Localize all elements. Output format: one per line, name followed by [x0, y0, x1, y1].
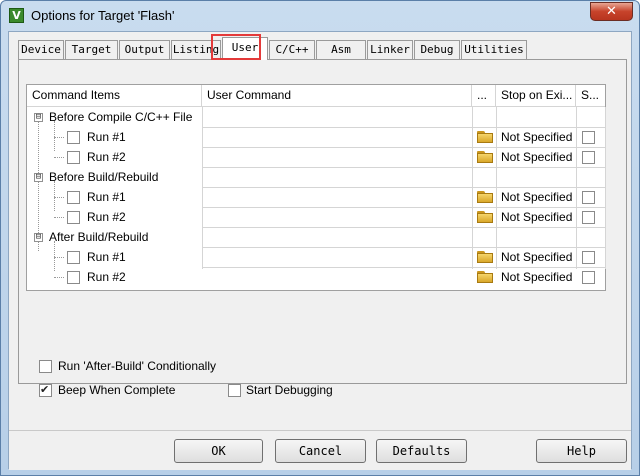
run-label: Run #2	[87, 210, 126, 224]
ok-button[interactable]: OK	[174, 439, 263, 463]
tree-connector	[54, 241, 55, 271]
start-debugging-checkbox[interactable]	[228, 384, 241, 397]
tab-target[interactable]: Target	[65, 40, 118, 59]
tab-highlight-box	[211, 34, 261, 60]
window-title: Options for Target 'Flash'	[31, 8, 175, 23]
group-before-build[interactable]: Before Build/Rebuild	[49, 170, 158, 184]
run-checkbox[interactable]	[67, 151, 80, 164]
folder-open-icon[interactable]	[476, 270, 494, 284]
tree-connector	[54, 277, 64, 278]
beep-label[interactable]: Beep When Complete	[58, 383, 175, 397]
row-divider	[202, 187, 605, 188]
tab-linker[interactable]: Linker	[367, 40, 413, 59]
tab-c-cpp[interactable]: C/C++	[269, 40, 315, 59]
run-checkbox[interactable]	[67, 191, 80, 204]
start-debugging-label[interactable]: Start Debugging	[246, 383, 333, 397]
stop-on-exit-value[interactable]: Not Specified	[501, 250, 572, 264]
col-divider	[202, 107, 203, 269]
row-divider	[202, 227, 605, 228]
s-checkbox[interactable]	[582, 191, 595, 204]
title-bar[interactable]: V Options for Target 'Flash' ✕	[1, 1, 639, 31]
col-divider	[605, 107, 606, 269]
run-checkbox[interactable]	[67, 131, 80, 144]
row-divider	[202, 207, 605, 208]
run-checkbox[interactable]	[67, 251, 80, 264]
s-checkbox[interactable]	[582, 211, 595, 224]
s-checkbox[interactable]	[582, 271, 595, 284]
s-checkbox[interactable]	[582, 151, 595, 164]
run-label: Run #1	[87, 250, 126, 264]
folder-open-icon[interactable]	[476, 190, 494, 204]
stop-on-exit-value[interactable]: Not Specified	[501, 270, 572, 284]
run-label: Run #1	[87, 190, 126, 204]
folder-open-icon[interactable]	[476, 210, 494, 224]
run-checkbox[interactable]	[67, 271, 80, 284]
tree-connector	[54, 157, 64, 158]
header-user-command[interactable]: User Command	[202, 85, 472, 107]
collapse-toggle[interactable]: ⊟	[34, 233, 43, 242]
tab-device[interactable]: Device	[18, 40, 64, 59]
group-after-build[interactable]: After Build/Rebuild	[49, 230, 148, 244]
close-button[interactable]: ✕	[590, 2, 633, 21]
tree-connector	[54, 121, 55, 151]
s-checkbox[interactable]	[582, 131, 595, 144]
tree-connector	[54, 181, 55, 211]
defaults-button[interactable]: Defaults	[376, 439, 467, 463]
stop-on-exit-value[interactable]: Not Specified	[501, 190, 572, 204]
folder-open-icon[interactable]	[476, 130, 494, 144]
tab-utilities[interactable]: Utilities	[461, 40, 527, 59]
cancel-button[interactable]: Cancel	[275, 439, 366, 463]
tree-connector	[54, 137, 64, 138]
collapse-toggle[interactable]: ⊟	[34, 173, 43, 182]
run-label: Run #2	[87, 270, 126, 284]
tree-connector	[54, 217, 64, 218]
header-s[interactable]: S...	[576, 85, 605, 107]
row-divider	[202, 127, 605, 128]
tree-connector	[54, 257, 64, 258]
run-label: Run #2	[87, 150, 126, 164]
user-commands-grid: Command Items User Command ... Stop on E…	[26, 84, 606, 291]
run-after-build-checkbox[interactable]	[39, 360, 52, 373]
user-tab-panel: Command Items User Command ... Stop on E…	[18, 59, 627, 384]
run-after-build-label[interactable]: Run 'After-Build' Conditionally	[58, 359, 216, 373]
group-before-compile[interactable]: Before Compile C/C++ File	[49, 110, 192, 124]
row-divider	[202, 147, 605, 148]
run-label: Run #1	[87, 130, 126, 144]
row-divider	[202, 267, 605, 268]
s-checkbox[interactable]	[582, 251, 595, 264]
stop-on-exit-value[interactable]: Not Specified	[501, 210, 572, 224]
header-browse[interactable]: ...	[472, 85, 496, 107]
beep-checkbox[interactable]	[39, 383, 52, 397]
dialog-client: Device Target Output Listing User C/C++ …	[8, 31, 632, 470]
stop-on-exit-value[interactable]: Not Specified	[501, 150, 572, 164]
tab-debug[interactable]: Debug	[414, 40, 460, 59]
run-checkbox[interactable]	[67, 211, 80, 224]
col-divider	[472, 107, 473, 269]
col-divider	[576, 107, 577, 269]
row-divider	[202, 247, 605, 248]
folder-open-icon[interactable]	[476, 250, 494, 264]
col-divider	[496, 107, 497, 269]
tab-output[interactable]: Output	[119, 40, 170, 59]
header-stop-on-exit[interactable]: Stop on Exi...	[496, 85, 576, 107]
tab-asm[interactable]: Asm	[316, 40, 366, 59]
button-bar: OK Cancel Defaults Help	[9, 430, 631, 470]
header-command-items[interactable]: Command Items	[27, 85, 202, 107]
stop-on-exit-value[interactable]: Not Specified	[501, 130, 572, 144]
folder-open-icon[interactable]	[476, 150, 494, 164]
options-dialog: V Options for Target 'Flash' ✕ Device Ta…	[0, 0, 640, 476]
tree-connector	[54, 197, 64, 198]
collapse-toggle[interactable]: ⊟	[34, 113, 43, 122]
keil-uvision-icon: V	[9, 8, 24, 23]
help-button[interactable]: Help	[536, 439, 627, 463]
row-divider	[202, 167, 605, 168]
